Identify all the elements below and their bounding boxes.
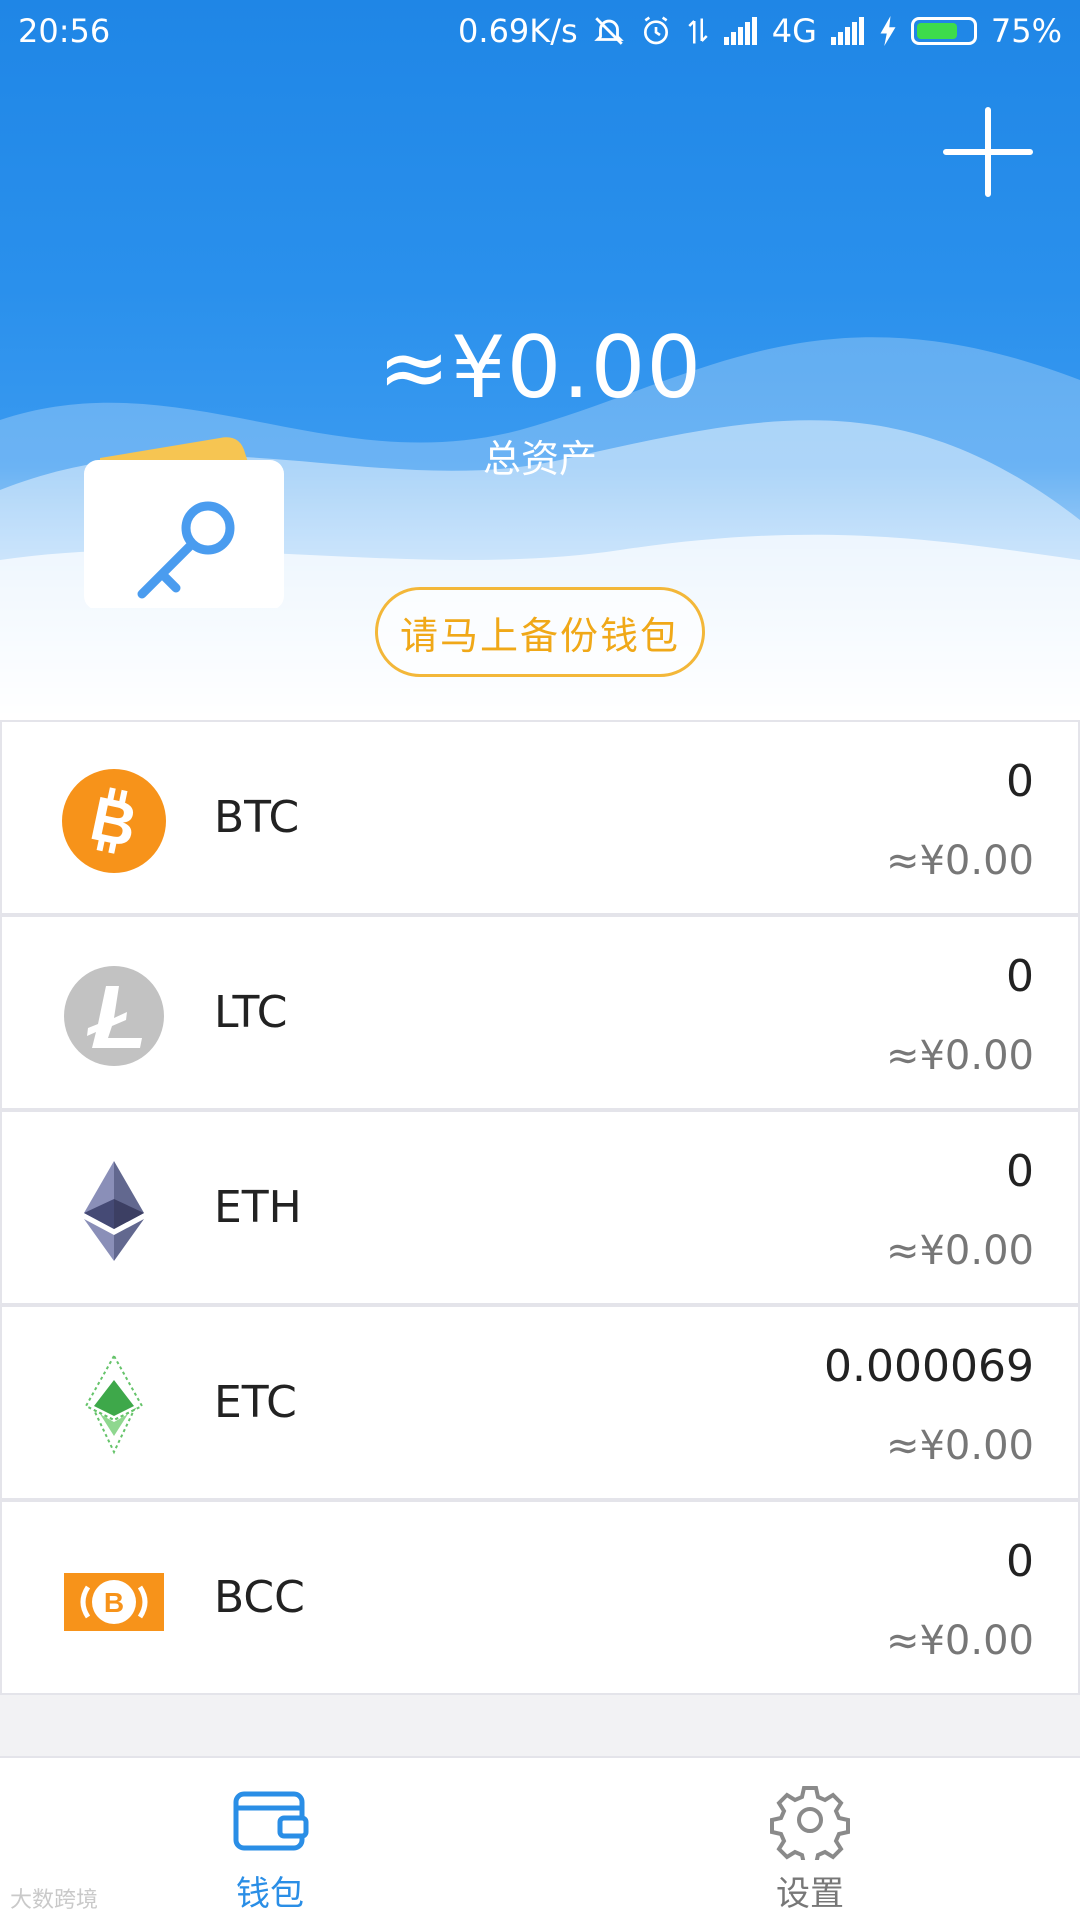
battery-icon bbox=[910, 17, 977, 45]
svg-text:B: B bbox=[104, 1587, 124, 1618]
wallet-icon bbox=[233, 1791, 309, 1851]
nav-settings-tab[interactable]: 设置 bbox=[540, 1758, 1080, 1920]
status-bar: 20:56 0.69K/s 4G 75% bbox=[0, 0, 1080, 62]
coin-amount: 0 bbox=[1006, 1146, 1034, 1197]
coin-row-ltc[interactable]: LTC 0 ≈¥0.00 bbox=[0, 915, 1080, 1110]
coin-name: BTC bbox=[214, 792, 300, 843]
charging-icon bbox=[879, 16, 897, 46]
status-icons: 0.69K/s 4G 75% bbox=[458, 12, 1062, 50]
bitcoin-icon: B bbox=[62, 769, 166, 873]
coin-amount: 0 bbox=[1006, 1536, 1034, 1587]
add-coin-button[interactable] bbox=[942, 106, 1034, 198]
coin-name: ETH bbox=[214, 1182, 302, 1233]
header-banner: 20:56 0.69K/s 4G 75% ≈¥0.00 总资产 请马上备份钱包 bbox=[0, 0, 1080, 720]
total-assets-amount: ≈¥0.00 bbox=[377, 318, 703, 418]
battery-level bbox=[916, 23, 958, 39]
data-arrows-icon bbox=[686, 16, 710, 46]
coin-name: ETC bbox=[214, 1377, 297, 1428]
nav-settings-label: 设置 bbox=[776, 1874, 844, 1914]
status-time: 20:56 bbox=[18, 12, 111, 50]
coin-row-etc[interactable]: ETC 0.000069 ≈¥0.00 bbox=[0, 1305, 1080, 1500]
wallet-screen: 20:56 0.69K/s 4G 75% ≈¥0.00 总资产 请马上备份钱包 … bbox=[0, 0, 1080, 1920]
coin-row-btc[interactable]: B BTC 0 ≈¥0.00 bbox=[0, 720, 1080, 915]
backup-wallet-button[interactable]: 请马上备份钱包 bbox=[375, 587, 705, 677]
coin-fiat-value: ≈¥0.00 bbox=[885, 1033, 1034, 1079]
gear-icon bbox=[770, 1786, 850, 1860]
coin-amount: 0 bbox=[1006, 951, 1034, 1002]
coin-name: LTC bbox=[214, 987, 288, 1038]
coin-fiat-value: ≈¥0.00 bbox=[885, 838, 1034, 884]
coin-fiat-value: ≈¥0.00 bbox=[885, 1618, 1034, 1664]
battery-percent: 75% bbox=[990, 12, 1062, 50]
nav-wallet-label: 钱包 bbox=[236, 1874, 304, 1914]
bitcoin-cash-icon: B bbox=[64, 1573, 164, 1631]
network-speed: 0.69K/s bbox=[458, 12, 578, 50]
ethereum-classic-icon bbox=[84, 1353, 144, 1455]
network-type: 4G bbox=[771, 12, 817, 50]
coin-list: B BTC 0 ≈¥0.00 LTC 0 ≈¥0.00 ETH 0 ≈¥0.00… bbox=[0, 720, 1080, 1695]
coin-fiat-value: ≈¥0.00 bbox=[885, 1228, 1034, 1274]
coin-row-bcc[interactable]: B BCC 0 ≈¥0.00 bbox=[0, 1500, 1080, 1695]
alarm-icon bbox=[640, 15, 672, 47]
signal-icon-2 bbox=[830, 17, 865, 45]
litecoin-icon bbox=[64, 966, 164, 1066]
ethereum-icon bbox=[84, 1161, 144, 1261]
watermark: 大数跨境 bbox=[10, 1888, 99, 1913]
total-assets-label: 总资产 bbox=[482, 437, 597, 481]
coin-amount: 0 bbox=[1006, 756, 1034, 807]
coin-name: BCC bbox=[214, 1572, 305, 1623]
mute-bell-icon bbox=[592, 14, 626, 48]
coin-amount: 0.000069 bbox=[824, 1341, 1034, 1392]
bottom-navigation: 钱包 设置 bbox=[0, 1756, 1080, 1920]
coin-fiat-value: ≈¥0.00 bbox=[885, 1423, 1034, 1469]
plus-icon bbox=[943, 107, 1033, 197]
signal-icon bbox=[723, 17, 758, 45]
coin-row-eth[interactable]: ETH 0 ≈¥0.00 bbox=[0, 1110, 1080, 1305]
